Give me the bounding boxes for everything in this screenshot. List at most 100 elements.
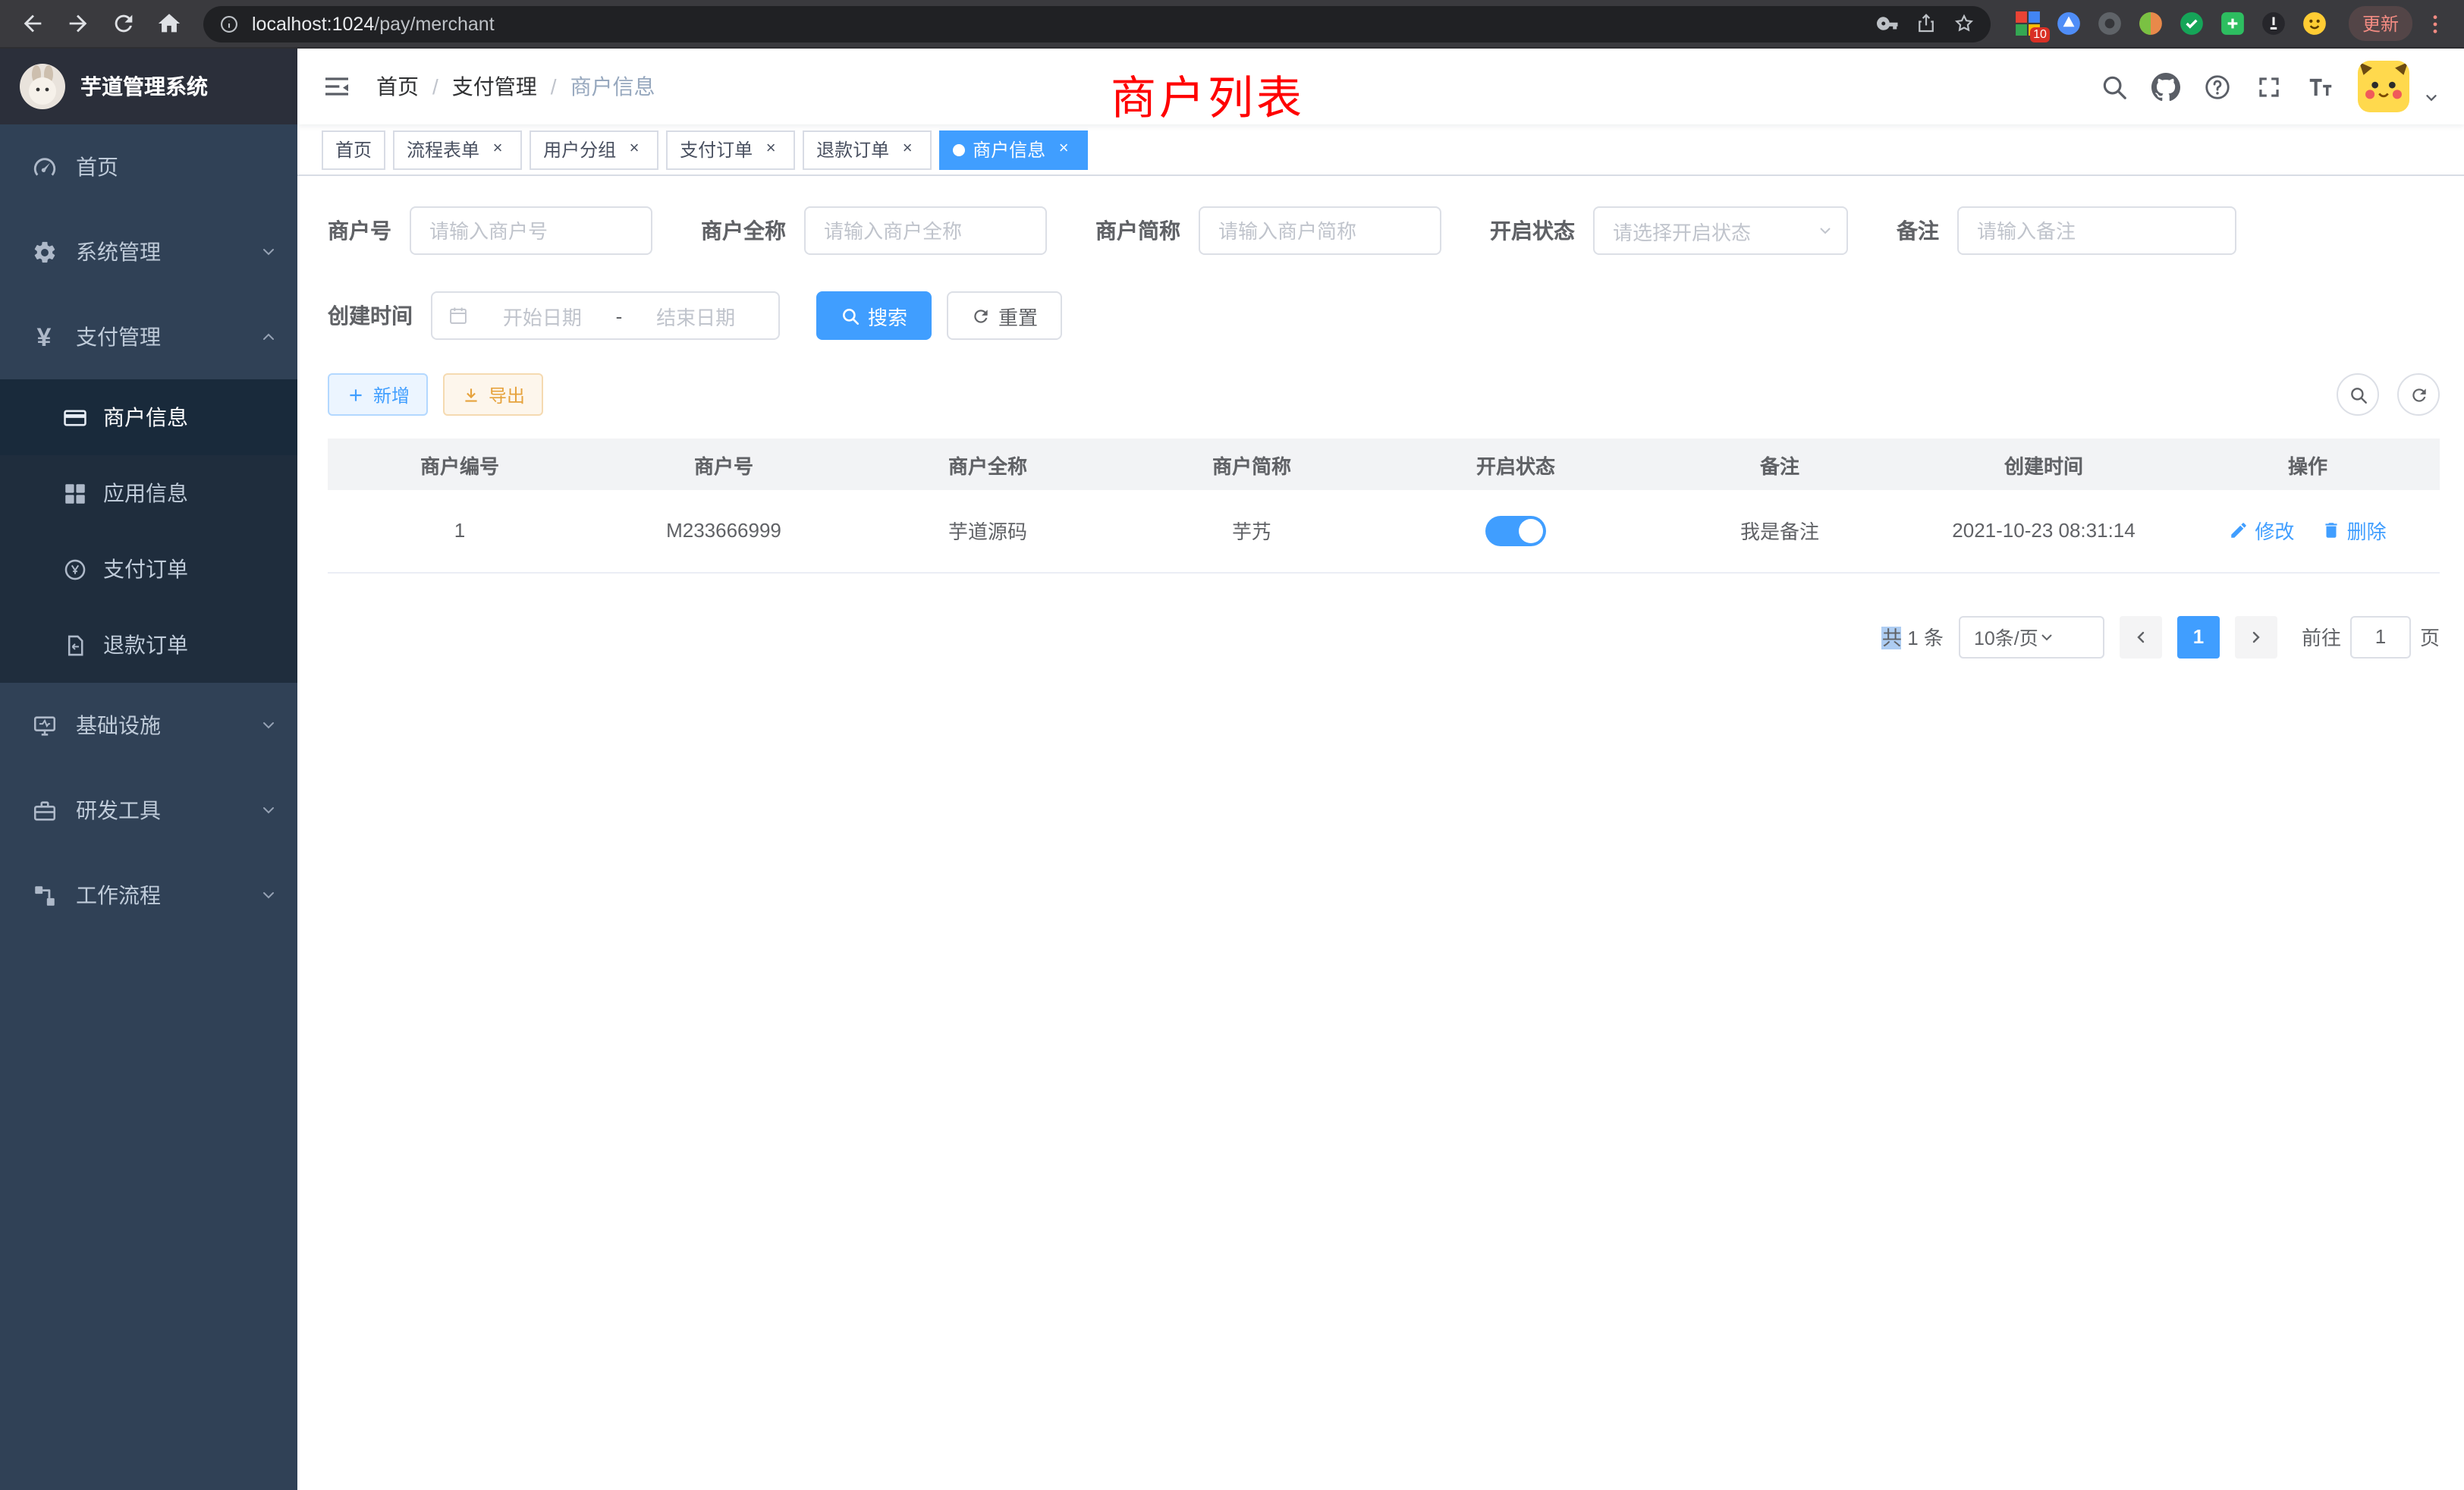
sidebar-item-pay-order[interactable]: 支付订单 [0,531,297,607]
sidebar-item-system[interactable]: 系统管理 [0,209,297,294]
filter-label: 商户号 [328,215,391,246]
extension-emoji-icon[interactable] [2302,11,2327,36]
breadcrumb-separator: / [551,74,557,99]
browser-menu-button[interactable] [2418,7,2452,40]
address-bar[interactable]: localhost:1024/pay/merchant [203,5,1991,42]
sidebar-item-home[interactable]: 首页 [0,124,297,209]
full-name-input[interactable] [804,206,1047,255]
hamburger-icon [322,71,352,102]
sidebar-item-label: 商户信息 [103,402,188,432]
sidebar-toggle-button[interactable] [322,71,352,102]
search-icon [2100,72,2129,101]
sidebar-item-workflow[interactable]: 工作流程 [0,853,297,938]
reset-button-label: 重置 [998,301,1038,330]
sidebar-item-label: 基础设施 [76,710,161,740]
close-icon[interactable]: × [1053,139,1074,160]
status-toggle[interactable] [1485,516,1546,546]
extension-green-square-icon[interactable] [2220,11,2246,36]
sidebar-item-refund-order[interactable]: 退款订单 [0,607,297,683]
refresh-table-button[interactable] [2397,373,2440,416]
export-button[interactable]: 导出 [443,373,543,416]
avatar-image [2358,61,2409,112]
active-tab-dot [953,143,965,156]
edit-link[interactable]: 修改 [2229,517,2294,545]
extension-blue-icon[interactable] [2056,11,2082,36]
logo[interactable]: 芋道管理系统 [0,49,297,124]
remark-input[interactable] [1957,206,2236,255]
sidebar-item-payment[interactable]: ¥ 支付管理 [0,294,297,379]
docs-help-button[interactable] [2203,72,2232,101]
page-annotation: 商户列表 [1111,61,1305,127]
workflow-icon [30,882,58,909]
browser-back-button[interactable] [12,4,52,43]
browser-home-button[interactable] [149,4,188,43]
page-number-button[interactable]: 1 [2177,615,2220,658]
extensions-area: 10 [2006,11,2337,36]
page-size-select[interactable]: 10条/页 [1959,615,2104,658]
close-icon[interactable]: × [487,139,508,160]
search-button[interactable] [2100,72,2129,101]
sidebar-item-app-info[interactable]: 应用信息 [0,455,297,531]
next-page-button[interactable] [2235,615,2277,658]
breadcrumb-payment[interactable]: 支付管理 [452,71,537,102]
tab-pay-order[interactable]: 支付订单 × [666,130,795,169]
font-size-button[interactable] [2306,72,2335,101]
search-button-form[interactable]: 搜索 [816,291,932,340]
gear-icon [30,238,58,266]
status-select[interactable]: 请选择开启状态 [1593,206,1848,255]
goto-page-input[interactable] [2350,615,2411,658]
browser-forward-button[interactable] [58,4,97,43]
infrastructure-icon [30,712,58,739]
breadcrumb: 首页 / 支付管理 / 商户信息 [376,71,655,102]
delete-link[interactable]: 删除 [2321,517,2387,545]
tab-user-group[interactable]: 用户分组 × [530,130,658,169]
bookmark-star-icon[interactable] [1953,12,1975,35]
chevron-up-icon [259,328,278,346]
sidebar-item-dev-tools[interactable]: 研发工具 [0,768,297,853]
close-icon[interactable]: × [760,139,781,160]
fullscreen-button[interactable] [2255,72,2283,101]
date-range-picker[interactable]: 开始日期 - 结束日期 [431,291,780,340]
omnibox-actions [1877,12,1975,35]
toggle-search-button[interactable] [2337,373,2379,416]
tab-process-form[interactable]: 流程表单 × [393,130,522,169]
col-short-name: 商户简称 [1120,439,1384,490]
sidebar-item-merchant-info[interactable]: 商户信息 [0,379,297,455]
github-button[interactable] [2151,72,2180,101]
total-prefix: 共 [1882,627,1902,649]
short-name-input[interactable] [1199,206,1441,255]
browser-update-button[interactable]: 更新 [2349,6,2412,41]
extension-apps-icon[interactable]: 10 [2015,11,2041,36]
sidebar-menu: 首页 系统管理 ¥ 支付管理 [0,124,297,938]
date-end-placeholder[interactable]: 结束日期 [628,301,763,330]
filter-row-2: 创建时间 开始日期 - 结束日期 搜索 重置 [328,291,2440,340]
merchant-no-input[interactable] [410,206,652,255]
extension-avatar-icon[interactable] [2138,11,2164,36]
browser-reload-button[interactable] [103,4,143,43]
sidebar-item-label: 支付管理 [76,322,161,352]
table-options [2337,373,2440,416]
close-icon[interactable]: × [897,139,918,160]
add-button[interactable]: 新增 [328,373,428,416]
tab-merchant-info[interactable]: 商户信息 × [939,130,1088,169]
extension-pin-icon[interactable] [2261,11,2286,36]
date-start-placeholder[interactable]: 开始日期 [475,301,610,330]
share-icon[interactable] [1915,12,1938,35]
password-key-icon[interactable] [1877,12,1900,35]
site-info-icon[interactable] [218,13,240,34]
cell-short-name: 芋艿 [1120,490,1384,572]
tab-refund-order[interactable]: 退款订单 × [803,130,932,169]
tab-home[interactable]: 首页 [322,130,385,169]
prev-page-button[interactable] [2120,615,2162,658]
sidebar-item-infrastructure[interactable]: 基础设施 [0,683,297,768]
filter-full-name: 商户全称 [701,206,1047,255]
extension-gray-icon[interactable] [2097,11,2123,36]
search-icon [841,306,860,325]
pagination-jumper: 前往 页 [2302,615,2440,658]
user-avatar[interactable] [2358,61,2409,112]
reset-button[interactable]: 重置 [947,291,1062,340]
extension-green-check-icon[interactable] [2179,11,2205,36]
close-icon[interactable]: × [624,139,645,160]
breadcrumb-home[interactable]: 首页 [376,71,419,102]
col-actions: 操作 [2176,439,2440,490]
